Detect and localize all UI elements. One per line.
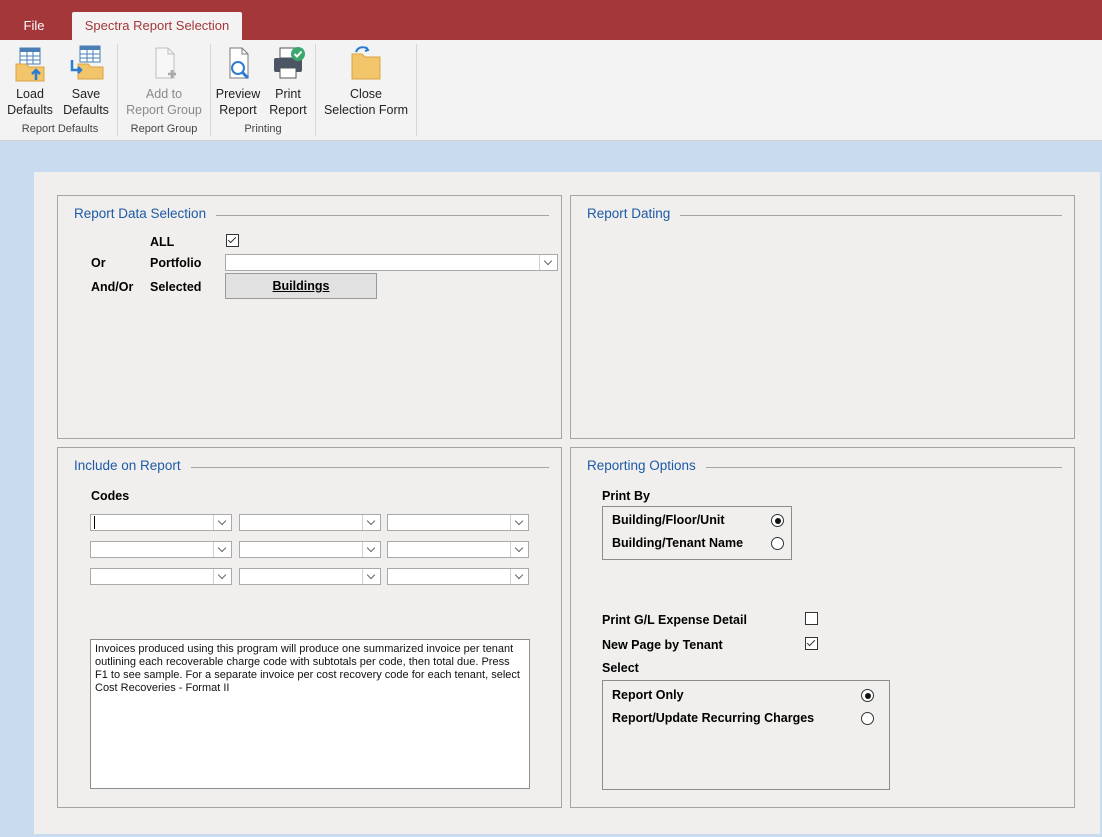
code-select-1[interactable] [90,514,232,531]
group-separator [416,44,417,136]
chevron-down-icon[interactable] [362,515,380,530]
chevron-down-icon[interactable] [510,515,528,530]
new-page-by-tenant-checkbox[interactable] [805,637,818,650]
chevron-down-icon[interactable] [213,542,231,557]
gl-expense-detail-checkbox[interactable] [805,612,818,625]
load-defaults-button[interactable]: Load Defaults [6,44,54,118]
group-separator [210,44,211,136]
radio-building-floor-unit[interactable] [771,514,784,527]
add-to-report-group-button[interactable]: Add to Report Group [121,44,207,118]
new-page-by-tenant-label: New Page by Tenant [602,638,723,652]
code-select-9[interactable] [387,568,529,585]
print-by-option-label: Building/Tenant Name [612,536,744,550]
andor-label: And/Or [91,280,134,294]
group-label-report-defaults: Report Defaults [21,123,99,135]
print-report-label-2: Report [269,103,307,117]
select-option-label: Report Only [612,688,684,702]
all-label: ALL [150,235,175,249]
all-checkbox[interactable] [226,234,239,247]
select-label: Select [602,661,639,675]
buildings-button-label: Buildings [272,279,330,293]
preview-report-label-1: Preview [215,87,261,101]
print-report-button[interactable]: Print Report [264,44,312,118]
chevron-down-icon[interactable] [539,255,557,270]
code-select-2[interactable] [239,514,381,531]
select-group: Report Only Report/Update Recurring Char… [602,680,890,790]
selected-label: Selected [150,280,202,294]
panel-title: Report Dating [587,206,681,221]
portfolio-select[interactable] [225,254,558,271]
group-separator [315,44,316,136]
report-dating-panel: Report Dating [570,195,1075,439]
chevron-down-icon[interactable] [510,542,528,557]
selection-form: Report Data Selection ALL Or Portfolio A… [34,172,1100,834]
add-to-report-group-label-1: Add to [145,87,183,101]
preview-magnifier-icon [218,44,258,84]
panel-title: Include on Report [74,458,191,473]
tab-file[interactable]: File [14,12,54,40]
load-defaults-label-1: Load [16,87,44,101]
buildings-button[interactable]: Buildings [225,273,377,299]
code-select-4[interactable] [90,541,232,558]
code-select-3[interactable] [387,514,529,531]
ribbon: Load Defaults Save Defaults Report Defau… [0,40,1102,141]
group-label-report-group: Report Group [130,123,198,135]
load-defaults-icon [10,44,50,84]
save-defaults-icon [66,44,106,84]
save-defaults-button[interactable]: Save Defaults [62,44,110,118]
close-selection-form-label-2: Selection Form [323,103,409,117]
close-folder-icon [346,44,386,84]
reporting-options-panel: Reporting Options Print By Building/Floo… [570,447,1075,808]
print-by-group: Building/Floor/Unit Building/Tenant Name [602,506,792,560]
printer-icon [268,44,308,84]
codes-label: Codes [91,489,130,503]
report-description-memo[interactable]: Invoices produced using this program wil… [90,639,530,789]
save-defaults-label-2: Defaults [63,103,109,117]
group-separator [117,44,118,136]
save-defaults-label-1: Save [71,87,101,101]
close-selection-form-button[interactable]: Close Selection Form [318,44,414,118]
code-select-5[interactable] [239,541,381,558]
code-select-6[interactable] [387,541,529,558]
preview-report-label-2: Report [219,103,257,117]
select-option-label: Report/Update Recurring Charges [612,711,815,725]
gl-expense-detail-label: Print G/L Expense Detail [602,613,747,627]
print-report-label-1: Print [275,87,301,101]
chevron-down-icon[interactable] [213,515,231,530]
radio-report-only[interactable] [861,689,874,702]
panel-title: Report Data Selection [74,206,217,221]
close-selection-form-label-1: Close [350,87,382,101]
radio-building-tenant-name[interactable] [771,537,784,550]
load-defaults-label-2: Defaults [7,103,53,117]
add-to-report-group-label-2: Report Group [126,103,202,117]
report-data-selection-panel: Report Data Selection ALL Or Portfolio A… [57,195,562,439]
print-by-option-label: Building/Floor/Unit [612,513,725,527]
print-by-label: Print By [602,489,650,503]
radio-report-update-recurring-charges[interactable] [861,712,874,725]
chevron-down-icon[interactable] [362,569,380,584]
chevron-down-icon[interactable] [213,569,231,584]
text-cursor [94,516,95,529]
include-on-report-panel: Include on Report Codes Invoices produce… [57,447,562,808]
tab-spectra-report-selection[interactable]: Spectra Report Selection [72,12,242,40]
chevron-down-icon[interactable] [510,569,528,584]
code-select-8[interactable] [239,568,381,585]
ribbon-tab-bar: File Spectra Report Selection [0,0,1102,40]
or-label: Or [91,256,106,270]
chevron-down-icon[interactable] [362,542,380,557]
panel-title: Reporting Options [587,458,706,473]
portfolio-label: Portfolio [150,256,202,270]
add-document-icon [144,44,184,84]
preview-report-button[interactable]: Preview Report [214,44,262,118]
code-select-7[interactable] [90,568,232,585]
group-label-printing: Printing [244,123,282,135]
